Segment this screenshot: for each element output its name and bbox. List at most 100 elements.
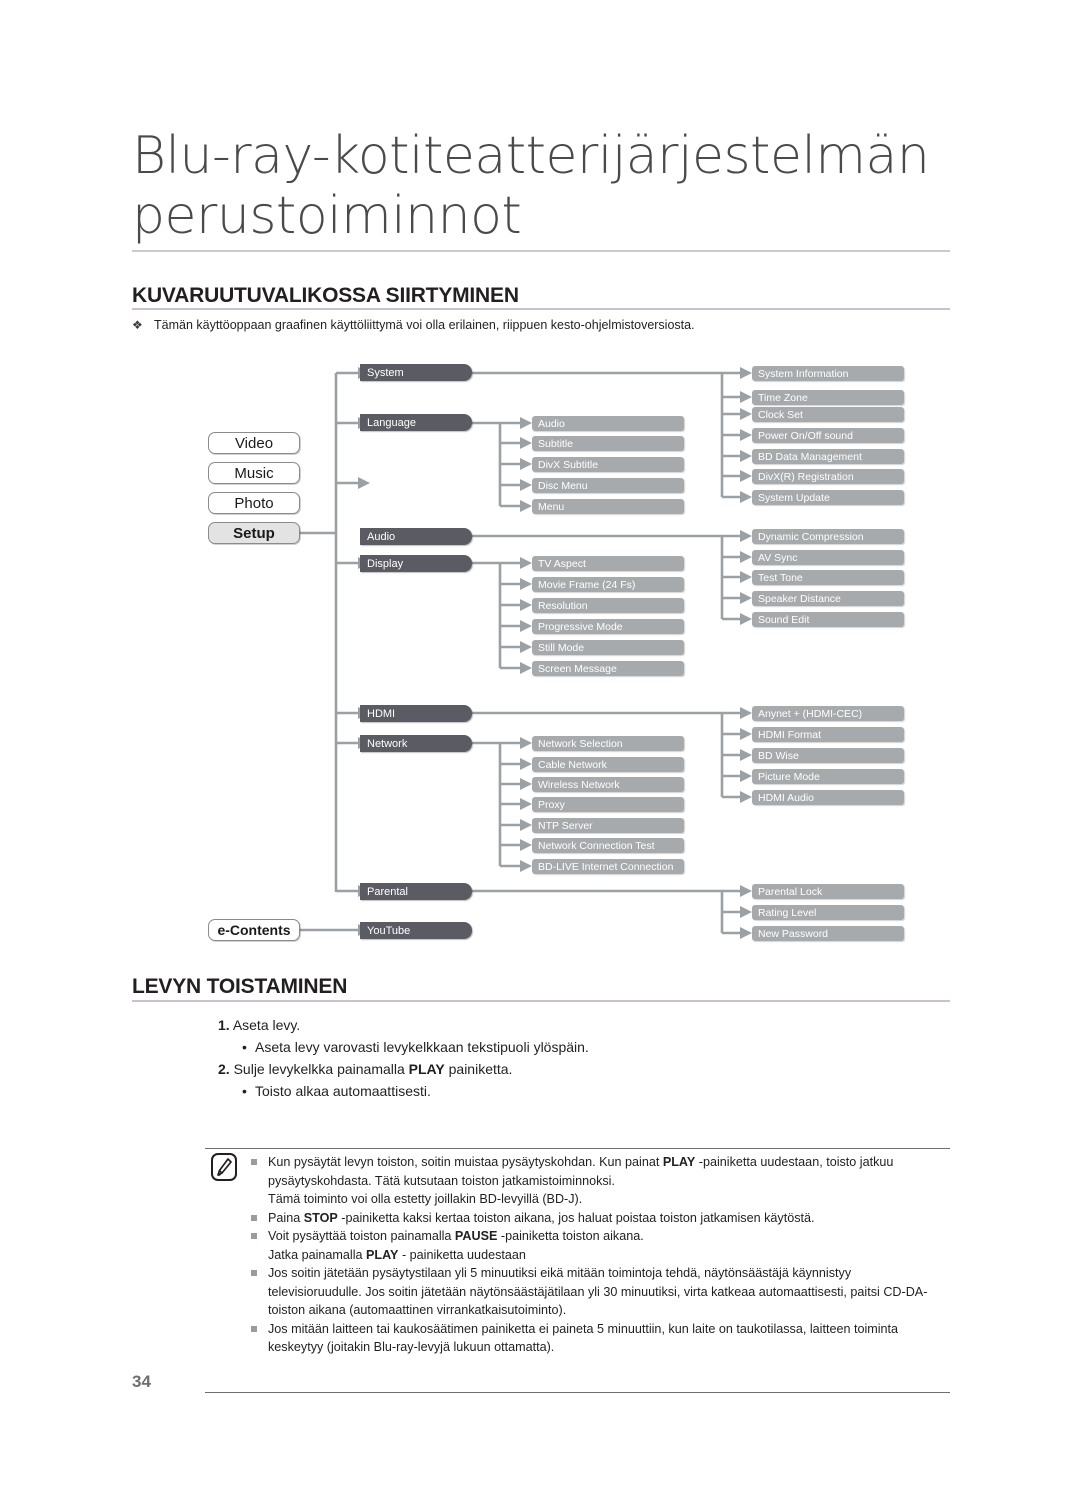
- submenu-language-label: Language: [367, 416, 416, 429]
- diamond-bullet-icon: ❖: [132, 318, 143, 332]
- option-ntp-server[interactable]: NTP Server: [532, 818, 684, 833]
- option-network-selection[interactable]: Network Selection: [532, 736, 684, 751]
- option-label: Speaker Distance: [758, 592, 841, 605]
- menu-item-music[interactable]: Music: [208, 462, 300, 484]
- option-label: Resolution: [538, 599, 588, 612]
- option-power-on-off-sound[interactable]: Power On/Off sound: [752, 428, 904, 443]
- option-av-sync[interactable]: AV Sync: [752, 550, 904, 565]
- option-label: DivX Subtitle: [538, 458, 599, 471]
- option-time-zone[interactable]: Time Zone: [752, 390, 904, 405]
- option-test-tone[interactable]: Test Tone: [752, 570, 904, 585]
- option-tv-aspect[interactable]: TV Aspect: [532, 556, 684, 571]
- square-bullet-icon: [251, 1233, 257, 1239]
- square-bullet-icon: [251, 1214, 257, 1221]
- option-label: Network Connection Test: [538, 839, 655, 852]
- menu-item-video[interactable]: Video: [208, 432, 300, 454]
- option-bd-wise[interactable]: BD Wise: [752, 748, 904, 763]
- square-bullet-icon: [251, 1159, 257, 1165]
- note-bold-key: PAUSE: [454, 1229, 498, 1243]
- option-parental-lock[interactable]: Parental Lock: [752, 884, 904, 899]
- document-page: Blu-ray-kotiteatterijärjestelmän perusto…: [0, 0, 1080, 1485]
- option-label: System Update: [758, 491, 830, 504]
- option-bd-data-management[interactable]: BD Data Management: [752, 449, 904, 464]
- note-item: Jos mitään laitteen tai kaukosäätimen pa…: [248, 1320, 948, 1357]
- option-label: AV Sync: [758, 551, 798, 564]
- option-hdmi-audio[interactable]: HDMI Audio: [752, 790, 904, 805]
- option-movie-frame[interactable]: Movie Frame (24 Fs): [532, 577, 684, 592]
- option-speaker-distance[interactable]: Speaker Distance: [752, 591, 904, 606]
- submenu-network[interactable]: Network: [360, 735, 472, 752]
- note-item: Voit pysäyttää toiston painamalla PAUSE …: [248, 1227, 948, 1246]
- option-label: BD Data Management: [758, 450, 862, 463]
- note-body: Paina STOP -painiketta kaksi kertaa tois…: [268, 1211, 815, 1225]
- option-picture-mode[interactable]: Picture Mode: [752, 769, 904, 784]
- note-text: Jos mitään laitteen tai kaukosäätimen pa…: [268, 1321, 899, 1355]
- notes-bottom-divider: [205, 1392, 950, 1393]
- step-2-bold-key: PLAY: [408, 1061, 445, 1077]
- submenu-system[interactable]: System: [360, 364, 472, 381]
- notes-top-divider: [205, 1148, 950, 1149]
- option-label: Picture Mode: [758, 770, 820, 783]
- menu-item-photo[interactable]: Photo: [208, 492, 300, 514]
- option-label: Test Tone: [758, 571, 803, 584]
- option-progressive-mode[interactable]: Progressive Mode: [532, 619, 684, 634]
- option-new-password[interactable]: New Password: [752, 926, 904, 941]
- option-system-update[interactable]: System Update: [752, 490, 904, 505]
- submenu-parental[interactable]: Parental: [360, 883, 472, 900]
- option-label: Sound Edit: [758, 613, 810, 626]
- square-bullet-icon: [251, 1270, 257, 1276]
- step-2-number: 2.: [218, 1061, 230, 1077]
- menu-item-e-contents[interactable]: e-Contents: [208, 919, 300, 941]
- option-dynamic-compression[interactable]: Dynamic Compression: [752, 529, 904, 544]
- step-1-sub: • Aseta levy varovasti levykelkkaan tekst…: [218, 1036, 948, 1058]
- note-body: Jos soitin jätetään pysäytystilaan yli 5…: [268, 1266, 927, 1317]
- option-network-connection-test[interactable]: Network Connection Test: [532, 838, 684, 853]
- step-1-sub-text: Aseta levy varovasti levykelkkaan teksti…: [255, 1039, 589, 1055]
- section-divider-1: [132, 308, 950, 310]
- note-text: Kun pysäytät levyn toiston, soitin muist…: [268, 1155, 663, 1169]
- option-menu[interactable]: Menu: [532, 499, 684, 514]
- option-subtitle[interactable]: Subtitle: [532, 436, 684, 451]
- option-label: Time Zone: [758, 391, 808, 404]
- option-screen-message[interactable]: Screen Message: [532, 661, 684, 676]
- option-label: Subtitle: [538, 437, 574, 450]
- submenu-hdmi[interactable]: HDMI: [360, 705, 472, 722]
- section1-note: ❖ Tämän käyttöoppaan graafinen käyttöliit…: [132, 317, 950, 333]
- option-label: HDMI Format: [758, 728, 821, 741]
- option-label: Still Mode: [538, 641, 585, 654]
- submenu-youtube[interactable]: YouTube: [360, 922, 472, 939]
- note-text: - painiketta uudestaan: [398, 1247, 526, 1262]
- submenu-audio[interactable]: Audio: [360, 528, 472, 545]
- menu-item-photo-label: Photo: [234, 494, 274, 512]
- option-cable-network[interactable]: Cable Network: [532, 757, 684, 772]
- square-bullet-icon: [251, 1325, 257, 1332]
- submenu-hdmi-label: HDMI: [367, 707, 396, 720]
- option-divx-registration[interactable]: DivX(R) Registration: [752, 469, 904, 484]
- submenu-language[interactable]: Language: [360, 414, 472, 431]
- submenu-youtube-label: YouTube: [367, 924, 411, 937]
- option-language-audio[interactable]: Audio: [532, 416, 684, 431]
- option-hdmi-format[interactable]: HDMI Format: [752, 727, 904, 742]
- menu-item-setup[interactable]: Setup: [208, 522, 300, 544]
- note-text: -painiketta kaksi kertaa toiston aikana,…: [337, 1210, 815, 1225]
- option-proxy[interactable]: Proxy: [532, 797, 684, 812]
- note-text: Jatka painamalla: [268, 1247, 367, 1262]
- option-sound-edit[interactable]: Sound Edit: [752, 612, 904, 627]
- option-bd-live-internet-connection[interactable]: BD-LIVE Internet Connection: [532, 859, 684, 874]
- option-disc-menu[interactable]: Disc Menu: [532, 478, 684, 493]
- option-label: NTP Server: [538, 819, 593, 832]
- submenu-display[interactable]: Display: [360, 555, 472, 572]
- option-resolution[interactable]: Resolution: [532, 598, 684, 613]
- option-wireless-network[interactable]: Wireless Network: [532, 777, 684, 792]
- option-clock-set[interactable]: Clock Set: [752, 407, 904, 422]
- option-label: Clock Set: [758, 408, 803, 421]
- option-label: HDMI Audio: [758, 791, 815, 804]
- option-label: Menu: [538, 500, 565, 513]
- option-divx-subtitle[interactable]: DivX Subtitle: [532, 457, 684, 472]
- option-system-information[interactable]: System Information: [752, 366, 904, 381]
- option-rating-level[interactable]: Rating Level: [752, 905, 904, 920]
- option-still-mode[interactable]: Still Mode: [532, 640, 684, 655]
- note-text: Jos soitin jätetään pysäytystilaan yli 5…: [268, 1266, 928, 1317]
- menu-item-setup-label: Setup: [233, 524, 275, 542]
- option-anynet-hdmi-cec[interactable]: Anynet + (HDMI-CEC): [752, 706, 904, 721]
